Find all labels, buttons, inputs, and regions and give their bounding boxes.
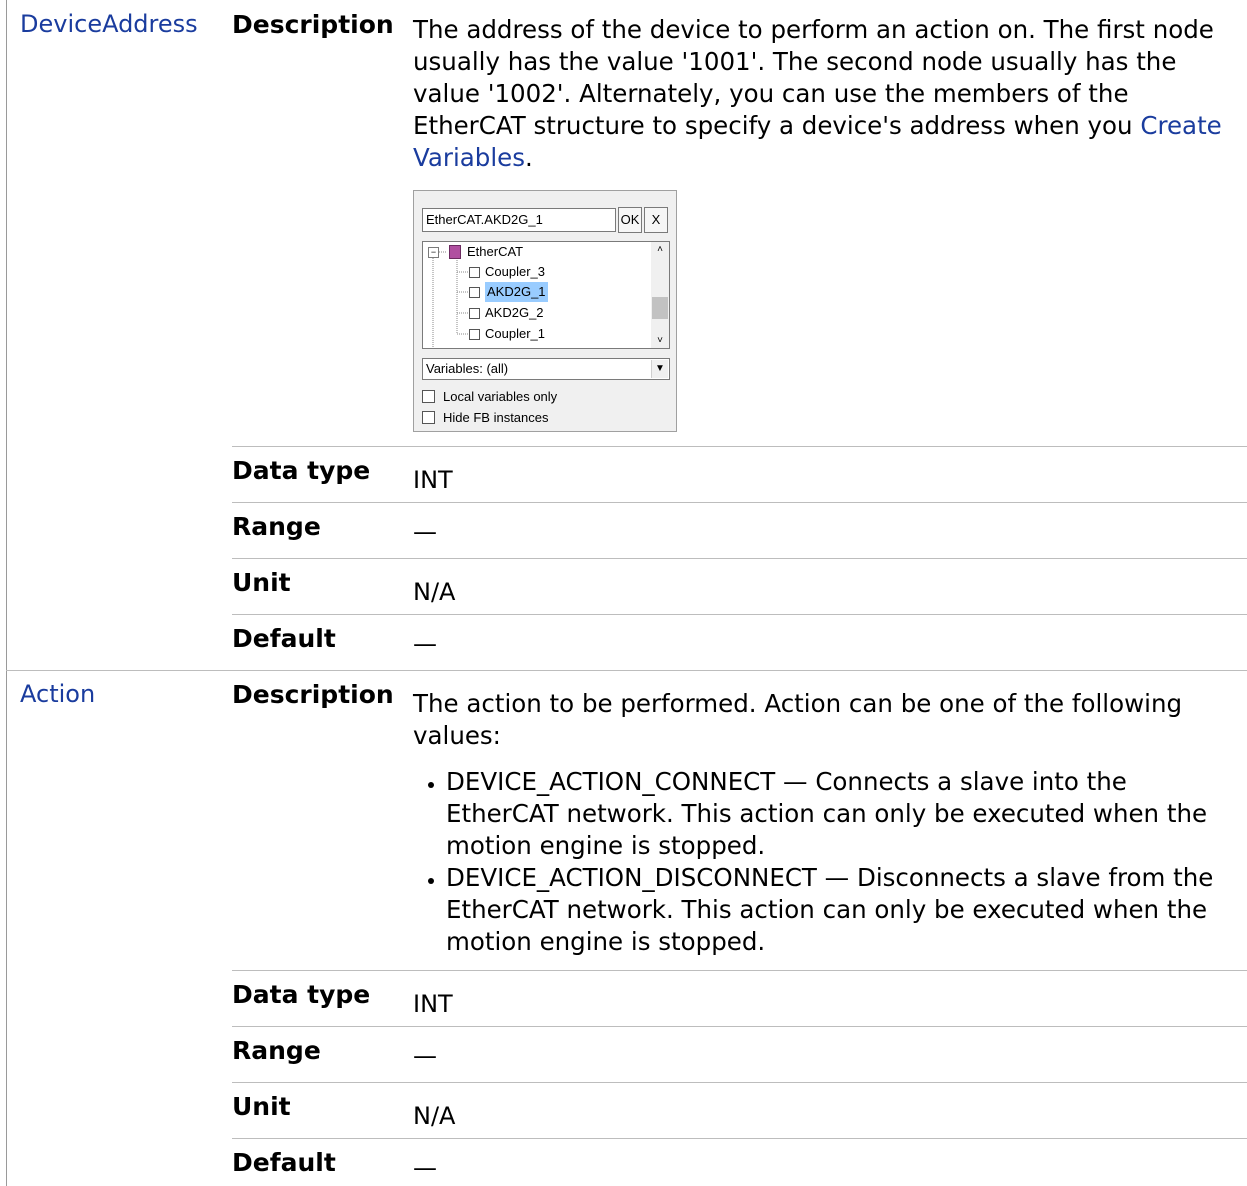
device-icon — [469, 308, 480, 319]
datatype-value: INT — [413, 466, 453, 494]
local-variables-label: Local variables only — [443, 389, 558, 404]
action-description-text: The action to be performed. Action can b… — [413, 689, 1183, 750]
hide-fb-label: Hide FB instances — [443, 410, 549, 425]
range-label: Range — [232, 512, 321, 541]
default-value: — — [413, 630, 437, 658]
scrollbar-thumb[interactable] — [652, 297, 668, 319]
default-label: Default — [232, 624, 336, 653]
row-divider — [232, 970, 1247, 971]
device-icon — [469, 329, 480, 340]
row-divider — [232, 1026, 1247, 1027]
description-body: The address of the device to perform an … — [413, 15, 1214, 140]
unit-value: N/A — [413, 578, 456, 606]
description-text: The address of the device to perform an … — [413, 14, 1233, 174]
bullet-disconnect: DEVICE_ACTION_DISCONNECT — Disconnects a… — [446, 863, 1214, 956]
datatype-value: INT — [413, 990, 453, 1018]
scroll-up-icon[interactable]: ˄ — [651, 244, 669, 255]
variable-picker-dialog: EtherCAT.AKD2G_1 OK X − EtherCAT Coupler… — [413, 190, 677, 432]
unit-value: N/A — [413, 1102, 456, 1130]
default-label: Default — [232, 1148, 336, 1177]
tree-item-ethercat[interactable]: EtherCAT — [467, 242, 523, 262]
dropdown-arrow-icon[interactable]: ▼ — [651, 360, 668, 378]
folder-icon — [449, 245, 461, 259]
scroll-down-icon[interactable]: ˅ — [651, 335, 669, 346]
param-name-action: Action — [20, 680, 96, 708]
row-divider — [232, 614, 1247, 615]
variables-filter-value: Variables: (all) — [426, 361, 509, 376]
row-divider — [232, 446, 1247, 447]
bullet-icon — [428, 782, 434, 788]
bullet-icon — [428, 878, 434, 884]
range-label: Range — [232, 1036, 321, 1065]
unit-label: Unit — [232, 568, 291, 597]
tree-item-coupler1[interactable]: Coupler_1 — [485, 324, 545, 344]
variable-name-field[interactable]: EtherCAT.AKD2G_1 — [422, 208, 616, 232]
tree-item-akd2g1[interactable]: AKD2G_1 — [485, 282, 548, 302]
unit-label: Unit — [232, 1092, 291, 1121]
ok-button[interactable]: OK — [618, 207, 642, 233]
variable-tree[interactable]: − EtherCAT Coupler_3 AKD2G_1 AKD2G_2 Cou… — [422, 241, 670, 349]
tree-item-coupler3[interactable]: Coupler_3 — [485, 262, 545, 282]
bullet-connect: DEVICE_ACTION_CONNECT — Connects a slave… — [446, 767, 1208, 860]
device-icon — [469, 267, 480, 278]
checkbox-icon[interactable] — [422, 411, 435, 425]
row-divider — [232, 1138, 1247, 1139]
datatype-label: Data type — [232, 456, 371, 485]
device-icon — [469, 287, 480, 298]
default-value: — — [413, 1154, 437, 1182]
tree-item-akd2g2[interactable]: AKD2G_2 — [485, 303, 544, 323]
row-divider — [232, 502, 1247, 503]
param-name-deviceaddress: DeviceAddress — [20, 10, 198, 38]
description-label: Description — [232, 680, 394, 709]
table-left-border — [6, 0, 7, 1186]
close-button[interactable]: X — [644, 207, 668, 233]
row-divider — [232, 558, 1247, 559]
collapse-icon[interactable]: − — [428, 247, 439, 258]
description-label: Description — [232, 10, 394, 39]
param-divider — [6, 670, 1247, 671]
datatype-label: Data type — [232, 980, 371, 1009]
range-value: — — [413, 1042, 437, 1070]
variables-filter-select[interactable]: Variables: (all) ▼ — [422, 358, 670, 380]
row-divider — [232, 1082, 1247, 1083]
local-variables-checkbox[interactable]: Local variables only — [422, 388, 557, 406]
checkbox-icon[interactable] — [422, 390, 435, 404]
tree-scrollbar[interactable]: ˄ ˅ — [651, 242, 669, 348]
range-value: — — [413, 518, 437, 546]
description-end: . — [524, 143, 533, 172]
hide-fb-checkbox[interactable]: Hide FB instances — [422, 409, 549, 427]
